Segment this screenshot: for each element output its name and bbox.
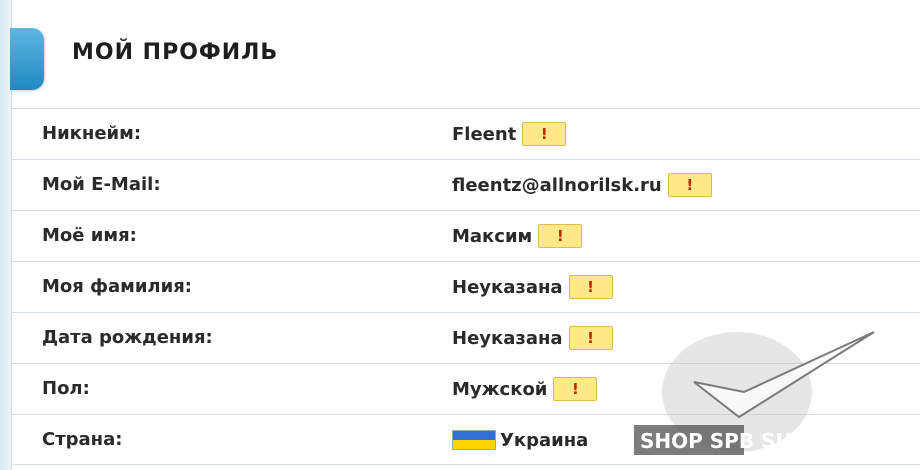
country-value: Украина <box>500 429 589 451</box>
watermark-label: SHOP SPB SU <box>640 429 792 453</box>
exclamation-icon[interactable]: ! <box>568 275 613 299</box>
profile-row-email: Мой E-Mail: fleentz@allnorilsk.ru ! <box>12 159 920 210</box>
last-name-value: Неуказана <box>452 276 563 298</box>
watermark-logo: SHOP SPB SU <box>632 322 920 470</box>
row-label: Моя фамилия: <box>42 276 192 297</box>
exclamation-icon[interactable]: ! <box>553 377 598 401</box>
row-value: Максим ! <box>452 223 583 249</box>
row-label: Мой E-Mail: <box>42 174 161 195</box>
row-label: Моё имя: <box>42 225 137 246</box>
header-tab-decoration <box>10 28 44 90</box>
row-label: Пол: <box>42 378 90 399</box>
profile-row-nickname: Никнейм: Fleent ! <box>12 108 920 159</box>
exclamation-icon[interactable]: ! <box>568 326 613 350</box>
nickname-value: Fleent <box>452 123 517 145</box>
row-label: Никнейм: <box>42 123 142 144</box>
profile-header: МОЙ ПРОФИЛЬ <box>0 0 920 108</box>
first-name-value: Максим <box>452 225 533 247</box>
exclamation-icon[interactable]: ! <box>538 224 583 248</box>
exclamation-icon[interactable]: ! <box>667 173 712 197</box>
watermark-text: SHOP SPB SU <box>634 425 792 455</box>
row-value: Неуказана ! <box>452 274 613 300</box>
row-value: Украина <box>452 427 588 453</box>
profile-row-first-name: Моё имя: Максим ! <box>12 210 920 261</box>
email-value: fleentz@allnorilsk.ru <box>452 174 662 196</box>
ukraine-flag-icon <box>452 430 496 450</box>
row-value: Мужской ! <box>452 376 598 402</box>
row-value: Неуказана ! <box>452 325 613 351</box>
gender-value: Мужской <box>452 378 548 400</box>
page-title: МОЙ ПРОФИЛЬ <box>72 40 279 65</box>
row-label: Страна: <box>42 429 123 450</box>
profile-row-last-name: Моя фамилия: Неуказана ! <box>12 261 920 312</box>
birthdate-value: Неуказана <box>452 327 563 349</box>
exclamation-icon[interactable]: ! <box>522 122 567 146</box>
row-label: Дата рождения: <box>42 327 213 348</box>
row-value: Fleent ! <box>452 121 567 147</box>
row-value: fleentz@allnorilsk.ru ! <box>452 172 712 198</box>
